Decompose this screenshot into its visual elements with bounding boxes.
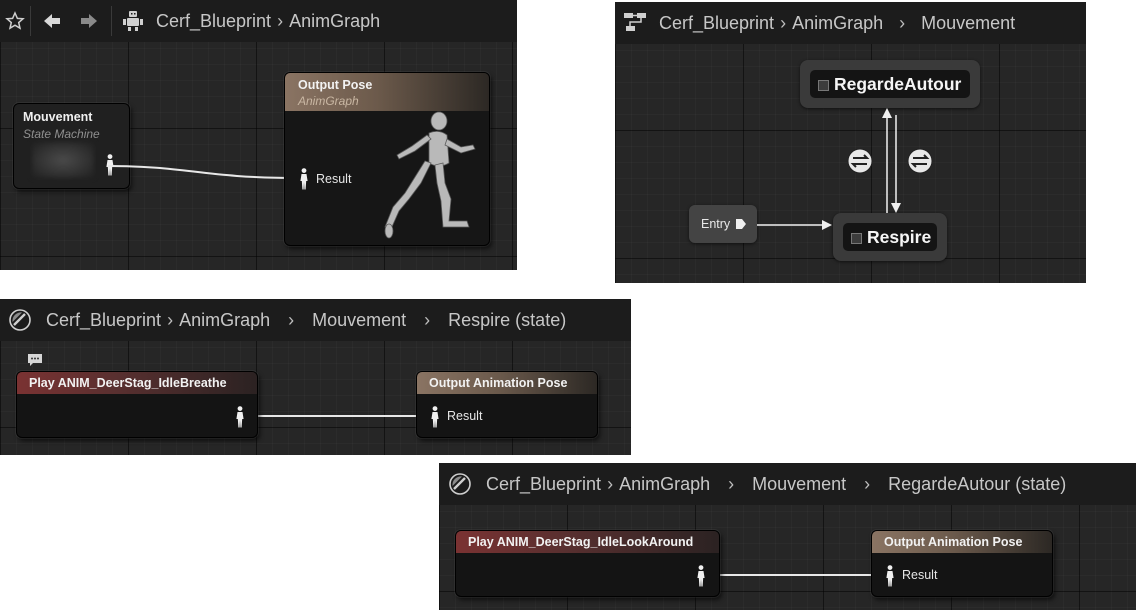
play-animation-node[interactable]: Play ANIM_DeerStag_IdleLookAround	[455, 530, 720, 597]
play-animation-node[interactable]: Play ANIM_DeerStag_IdleBreathe	[16, 371, 258, 438]
output-node-header: Output Animation Pose	[872, 531, 1052, 553]
person-pin-icon[interactable]	[430, 406, 440, 428]
person-pin-icon[interactable]	[696, 565, 706, 587]
anim-graph-panel: Cerf_Blueprint › AnimGraph Mouvement Sta…	[0, 0, 517, 270]
node-subtitle: AnimGraph	[298, 94, 359, 108]
output-animation-pose-node[interactable]: Output Animation Pose Result	[871, 530, 1053, 597]
result-pin-label: Result	[902, 568, 938, 582]
result-pin-label: Result	[447, 409, 483, 423]
running-mannequin-icon	[384, 111, 476, 239]
transition-icon[interactable]	[907, 148, 933, 174]
output-node-header: Output Animation Pose	[417, 372, 597, 394]
result-pin-label: Result	[316, 172, 352, 186]
person-pin-icon[interactable]	[885, 565, 895, 587]
play-node-header: Play ANIM_DeerStag_IdleBreathe	[17, 372, 257, 394]
state-machine-panel: Cerf_Blueprint › AnimGraph › Mouvement R…	[615, 2, 1086, 283]
respire-state-panel: Cerf_Blueprint › AnimGraph › Mouvement ›…	[0, 299, 631, 455]
play-node-header: Play ANIM_DeerStag_IdleLookAround	[456, 531, 719, 553]
output-pose-header: Output Pose AnimGraph	[285, 73, 489, 111]
regardeautour-state-panel: Cerf_Blueprint › AnimGraph › Mouvement ›…	[439, 463, 1136, 610]
person-pin-icon[interactable]	[299, 168, 309, 190]
transition-icon[interactable]	[847, 148, 873, 174]
transition-wires	[757, 108, 901, 230]
node-title: Output Pose	[298, 78, 373, 92]
output-animation-pose-node[interactable]: Output Animation Pose Result	[416, 371, 598, 438]
person-pin-icon[interactable]	[235, 406, 245, 428]
output-pose-node[interactable]: Output Pose AnimGraph Result	[284, 72, 490, 246]
